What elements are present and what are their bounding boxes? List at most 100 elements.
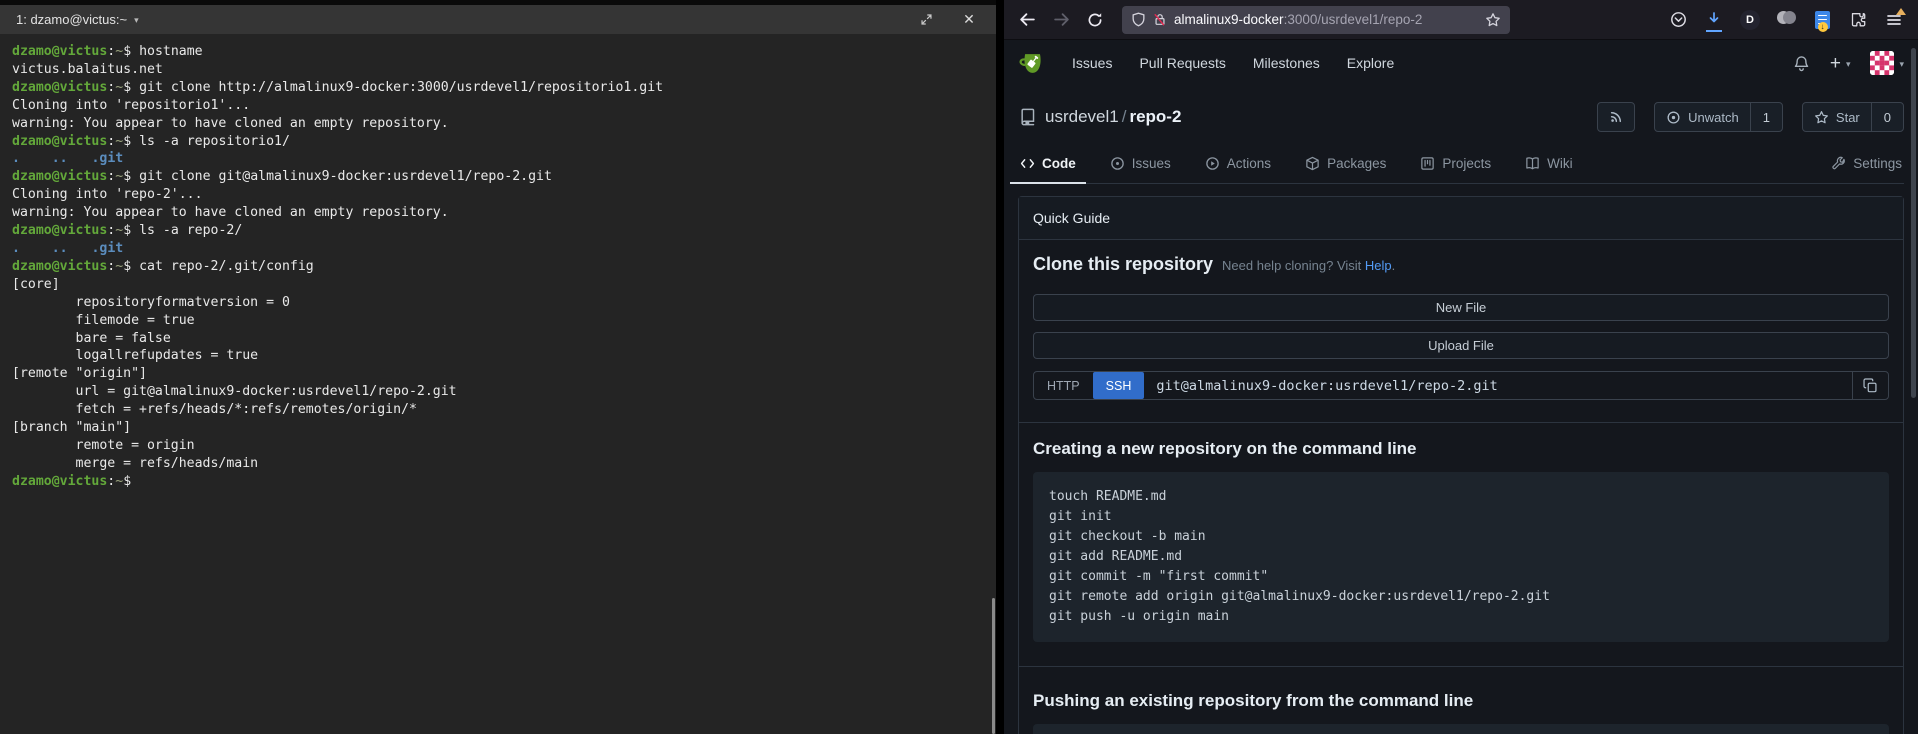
terminal-line: dzamo@victus:~$ hostname — [12, 43, 996, 61]
tab-code[interactable]: Code — [1018, 144, 1078, 183]
bell-icon — [1793, 55, 1810, 72]
tab-settings[interactable]: Settings — [1829, 144, 1904, 183]
repo-name[interactable]: repo-2 — [1129, 107, 1181, 126]
page-scrollbar-thumb[interactable] — [1911, 48, 1916, 398]
notifications-bell-button[interactable] — [1793, 55, 1810, 72]
play-circle-icon — [1205, 156, 1220, 171]
tab-packages[interactable]: Packages — [1303, 144, 1388, 183]
terminal-scrollbar-thumb[interactable] — [992, 598, 995, 734]
back-button[interactable] — [1012, 5, 1042, 35]
pocket-icon — [1670, 11, 1687, 28]
gitea-logo[interactable] — [1018, 50, 1045, 77]
pushing-repo-code-block — [1033, 724, 1889, 734]
terminal-line: . .. .git — [12, 150, 996, 168]
maximize-button[interactable] — [915, 9, 937, 31]
reload-button[interactable] — [1080, 5, 1110, 35]
chevron-down-icon: ▾ — [1899, 57, 1904, 70]
url-text[interactable]: almalinux9-docker:3000/usrdevel1/repo-2 — [1174, 12, 1478, 27]
terminal-line: dzamo@victus:~$ ls -a repositorio1/ — [12, 133, 996, 151]
back-icon — [1019, 11, 1036, 28]
maximize-icon — [920, 13, 933, 26]
terminal-line: [branch "main"] — [12, 419, 996, 437]
video-download-extension-button[interactable]: ↓ — [1806, 5, 1838, 35]
tab-projects[interactable]: Projects — [1418, 144, 1493, 183]
download-icon — [1706, 8, 1722, 32]
stars-count[interactable]: 0 — [1871, 103, 1903, 131]
terminal-titlebar: 1: dzamo@victus:~ ▾ ✕ — [0, 0, 996, 34]
user-menu-dropdown[interactable]: ▾ — [1870, 51, 1904, 75]
terminal-line: warning: You appear to have cloned an em… — [12, 115, 996, 133]
menu-button[interactable] — [1878, 5, 1910, 35]
terminal-line: . .. .git — [12, 240, 996, 258]
terminal-line: remote = origin — [12, 437, 996, 455]
terminal-line: Cloning into 'repo-2'... — [12, 186, 996, 204]
clone-help-text: Need help cloning? Visit Help. — [1222, 258, 1395, 273]
watchers-count[interactable]: 1 — [1750, 103, 1782, 131]
duckduckgo-extension-button[interactable]: D — [1734, 5, 1766, 35]
forward-button[interactable] — [1046, 5, 1076, 35]
repo-tabs: Code Issues Actions Packages Projects Wi… — [1018, 144, 1904, 184]
document-download-icon: ↓ — [1815, 11, 1830, 29]
bookmark-star-icon[interactable] — [1485, 12, 1501, 28]
terminal-line: Cloning into 'repositorio1'... — [12, 97, 996, 115]
plus-icon: + — [1830, 54, 1841, 73]
terminal-line: bare = false — [12, 330, 996, 348]
rss-feed-button[interactable] — [1597, 102, 1635, 132]
star-label: Star — [1836, 110, 1860, 125]
tab-issues[interactable]: Issues — [1108, 144, 1173, 183]
extensions-button[interactable] — [1842, 5, 1874, 35]
creating-repo-heading: Creating a new repository on the command… — [1033, 439, 1889, 462]
container-circle-icon — [1783, 11, 1796, 24]
issue-icon — [1110, 156, 1125, 171]
http-toggle[interactable]: HTTP — [1034, 372, 1093, 399]
terminal-line: victus.balaitus.net — [12, 61, 996, 79]
nav-milestones[interactable]: Milestones — [1253, 55, 1320, 71]
clone-url-input[interactable]: git@almalinux9-docker:usrdevel1/repo-2.g… — [1144, 372, 1852, 399]
clone-heading: Clone this repository — [1033, 254, 1213, 275]
close-button[interactable]: ✕ — [958, 9, 980, 31]
copy-url-button[interactable] — [1852, 372, 1888, 399]
clone-section: Clone this repository Need help cloning?… — [1019, 240, 1903, 422]
downloads-button[interactable] — [1698, 5, 1730, 35]
repo-owner[interactable]: usrdevel1 — [1045, 107, 1119, 126]
upload-file-button[interactable]: Upload File — [1033, 332, 1889, 359]
tab-wiki[interactable]: Wiki — [1523, 144, 1575, 183]
ssh-toggle[interactable]: SSH — [1093, 372, 1145, 399]
tab-label: Issues — [1132, 156, 1171, 171]
browser-toolbar: almalinux9-docker:3000/usrdevel1/repo-2 … — [1004, 0, 1918, 40]
code-icon — [1020, 156, 1035, 171]
tab-label: Settings — [1853, 156, 1902, 171]
containers-extension-button[interactable] — [1770, 5, 1802, 35]
star-icon — [1814, 110, 1829, 125]
terminal-line: dzamo@victus:~$ ls -a repo-2/ — [12, 222, 996, 240]
nav-explore[interactable]: Explore — [1347, 55, 1394, 71]
terminal-line: [core] — [12, 276, 996, 294]
terminal-line: repositoryformatversion = 0 — [12, 294, 996, 312]
insecure-lock-icon[interactable] — [1153, 12, 1167, 27]
reload-icon — [1087, 12, 1103, 28]
unwatch-button[interactable]: Unwatch — [1655, 103, 1750, 131]
terminal-line: dzamo@victus:~$ — [12, 473, 996, 491]
tab-label: Wiki — [1547, 156, 1573, 171]
terminal-title-dropdown-icon[interactable]: ▾ — [134, 13, 139, 26]
unwatch-label: Unwatch — [1688, 110, 1739, 125]
url-host: almalinux9-docker — [1174, 12, 1284, 27]
tools-icon — [1831, 156, 1846, 171]
tabs-spacer — [1605, 144, 1800, 183]
create-new-dropdown[interactable]: + ▾ — [1830, 54, 1851, 73]
nav-pull-requests[interactable]: Pull Requests — [1139, 55, 1225, 71]
tracking-protection-shield-icon[interactable] — [1131, 12, 1146, 27]
watch-button-group: Unwatch 1 — [1654, 102, 1783, 132]
star-button[interactable]: Star — [1803, 103, 1871, 131]
terminal-line: warning: You appear to have cloned an em… — [12, 204, 996, 222]
nav-issues[interactable]: Issues — [1072, 55, 1112, 71]
quick-guide-header: Quick Guide — [1019, 197, 1903, 240]
tab-actions[interactable]: Actions — [1203, 144, 1273, 183]
help-link[interactable]: Help — [1365, 258, 1392, 273]
new-file-button[interactable]: New File — [1033, 294, 1889, 321]
terminal-line: dzamo@victus:~$ git clone git@almalinux9… — [12, 168, 996, 186]
address-bar[interactable]: almalinux9-docker:3000/usrdevel1/repo-2 — [1122, 6, 1510, 34]
tab-label: Code — [1042, 156, 1076, 171]
pocket-button[interactable] — [1662, 5, 1694, 35]
repo-header: usrdevel1/repo-2 Unwatch 1 Star 0 — [1018, 98, 1904, 136]
